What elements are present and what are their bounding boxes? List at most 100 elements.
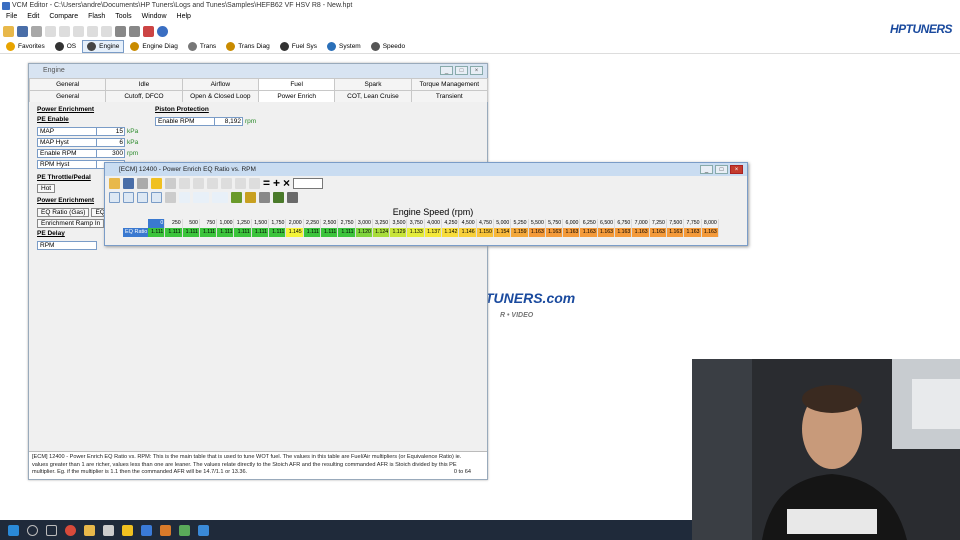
app-icon-green[interactable] (179, 524, 190, 536)
eq-ratio-cell[interactable]: 1.163 (545, 228, 564, 237)
nav-engine-diag[interactable]: Engine Diag (126, 40, 181, 53)
menu-file[interactable]: File (6, 13, 17, 24)
nav-fuel-sys[interactable]: Fuel Sys (276, 40, 321, 53)
table3-icon[interactable] (73, 25, 84, 37)
add-icon[interactable]: + (273, 177, 280, 189)
eq-ratio-button[interactable]: EQ Ratio (Gas) (37, 207, 90, 217)
eq-ratio-cell[interactable]: 1.150 (476, 228, 494, 237)
rpm-header-cell[interactable]: 5,000 (494, 219, 512, 228)
tab-airflow[interactable]: Airflow (181, 78, 259, 90)
print-icon[interactable] (137, 177, 148, 189)
task-view-icon[interactable] (46, 524, 57, 536)
maximize-icon[interactable]: □ (715, 165, 728, 174)
smooth-icon[interactable] (231, 191, 242, 203)
rpm-header-cell[interactable]: 2,000 (286, 219, 304, 228)
open-icon[interactable] (109, 177, 120, 189)
menu-edit[interactable]: Edit (27, 13, 39, 24)
rpm-header-cell[interactable]: 4,250 (442, 219, 460, 228)
subtab-general[interactable]: General (29, 90, 107, 102)
eq-ratio-cell[interactable]: 1.111 (251, 228, 270, 237)
rpm-header-cell[interactable]: 3,500 (390, 219, 408, 228)
eq-ratio-cell[interactable]: 1.163 (597, 228, 616, 237)
rpm-header-cell[interactable]: 3,000 (356, 219, 373, 228)
minimize-icon[interactable]: _ (440, 66, 453, 75)
table2-icon[interactable] (59, 25, 70, 37)
close-icon[interactable]: × (730, 165, 743, 174)
eq-ratio-cell[interactable]: 1.154 (493, 228, 512, 237)
tab-fuel[interactable]: Fuel (257, 78, 336, 90)
rpm-header-cell[interactable]: 7,750 (684, 219, 702, 228)
rpm-header-cell[interactable]: 6,000 (563, 219, 581, 228)
favorite-star-icon[interactable] (151, 177, 162, 189)
subtab-transient[interactable]: Transient (410, 90, 488, 102)
eq-ratio-cell[interactable]: 1.163 (615, 228, 633, 237)
nav-system[interactable]: System (323, 40, 365, 53)
eq-ratio-cell[interactable]: 1.133 (407, 228, 425, 237)
subtab-open-closed-loop[interactable]: Open & Closed Loop (181, 90, 259, 102)
pe-throttle-button[interactable]: Hot (37, 184, 56, 193)
nav-trans[interactable]: Trans (184, 40, 220, 53)
eq-ratio-cell[interactable]: 1.124 (372, 228, 391, 237)
info-icon[interactable] (157, 25, 168, 37)
rpm-header-cell[interactable]: 7,250 (650, 219, 667, 228)
export-icon[interactable] (287, 191, 298, 203)
nav-trans-diag[interactable]: Trans Diag (222, 40, 274, 53)
rpm-header-cell[interactable]: 2,500 (321, 219, 339, 228)
rpm-header-cell[interactable]: 3,250 (373, 219, 391, 228)
nav-os[interactable]: OS (51, 40, 80, 53)
rpm-header-cell[interactable]: 6,750 (615, 219, 633, 228)
rpm-header-cell[interactable]: 250 (165, 219, 183, 228)
pe-delay-rpm-field[interactable]: RPM (37, 240, 97, 250)
tab-spark[interactable]: Spark (334, 78, 412, 90)
lightning-app-icon[interactable] (122, 524, 133, 536)
eq-ratio-cell[interactable]: 1.111 (165, 228, 183, 237)
rpm-header-cell[interactable]: 1,000 (217, 219, 235, 228)
eq-ratio-cell[interactable]: 1.120 (355, 228, 373, 237)
eq-ratio-cell[interactable]: 1.137 (424, 228, 443, 237)
nav-favorites[interactable]: Favorites (2, 40, 49, 53)
arrow-icon[interactable] (165, 191, 176, 203)
eq-ratio-cell[interactable]: 1.111 (320, 228, 339, 237)
rpm-header-cell[interactable]: 0 (148, 219, 166, 228)
rpm-header-cell[interactable]: 7,000 (632, 219, 650, 228)
write-icon[interactable] (143, 25, 154, 37)
eq-ratio-cell[interactable]: 1.163 (666, 228, 685, 237)
eq-ratio-cell[interactable]: 1.163 (528, 228, 546, 237)
eq-ratio-cell[interactable]: 1.145 (286, 228, 304, 237)
save-icon[interactable] (17, 25, 28, 37)
eq-ratio-cell[interactable]: 1.129 (390, 228, 408, 237)
read-icon[interactable] (129, 25, 140, 37)
minimize-icon[interactable]: _ (700, 165, 713, 174)
close-icon[interactable]: × (470, 66, 483, 75)
rpm-header-cell[interactable]: 1,750 (269, 219, 287, 228)
multiply-icon[interactable]: × (283, 177, 290, 189)
grid3-icon[interactable] (207, 177, 218, 189)
view-grid-icon[interactable] (151, 191, 162, 203)
fill-icon[interactable] (259, 191, 270, 203)
interpolate-icon[interactable] (245, 191, 256, 203)
table5-icon[interactable] (101, 25, 112, 37)
compare-icon[interactable] (115, 25, 126, 37)
eq-ratio-cell[interactable]: 1.163 (684, 228, 702, 237)
rpm-header-cell[interactable]: 7,500 (667, 219, 685, 228)
star-gray-icon[interactable] (165, 177, 176, 189)
graph-icon[interactable] (179, 191, 190, 203)
store-icon[interactable] (103, 524, 114, 536)
menu-tools[interactable]: Tools (115, 13, 131, 24)
eq-ratio-cell[interactable]: 1.111 (338, 228, 356, 237)
nav-speedo[interactable]: Speedo (367, 40, 409, 53)
grid-icon[interactable] (179, 177, 190, 189)
operation-value-input[interactable] (293, 177, 324, 189)
eq-ratio-cell[interactable]: 1.111 (199, 228, 218, 237)
rpm-header-cell[interactable]: 6,250 (580, 219, 598, 228)
pe-field-value[interactable]: 6 (97, 137, 125, 147)
menu-compare[interactable]: Compare (49, 13, 78, 24)
enrichment-ramp-button[interactable]: Enrichment Ramp In (37, 218, 105, 228)
eq-ratio-cell[interactable]: 1.159 (511, 228, 529, 237)
search-icon[interactable] (27, 524, 38, 536)
print-icon[interactable] (31, 25, 42, 37)
eq-ratio-cell[interactable]: 1.163 (563, 228, 581, 237)
windows-start-icon[interactable] (8, 524, 19, 536)
eq-ratio-cell[interactable]: 1.142 (442, 228, 460, 237)
eq-ratio-cell[interactable]: 1.163 (649, 228, 667, 237)
